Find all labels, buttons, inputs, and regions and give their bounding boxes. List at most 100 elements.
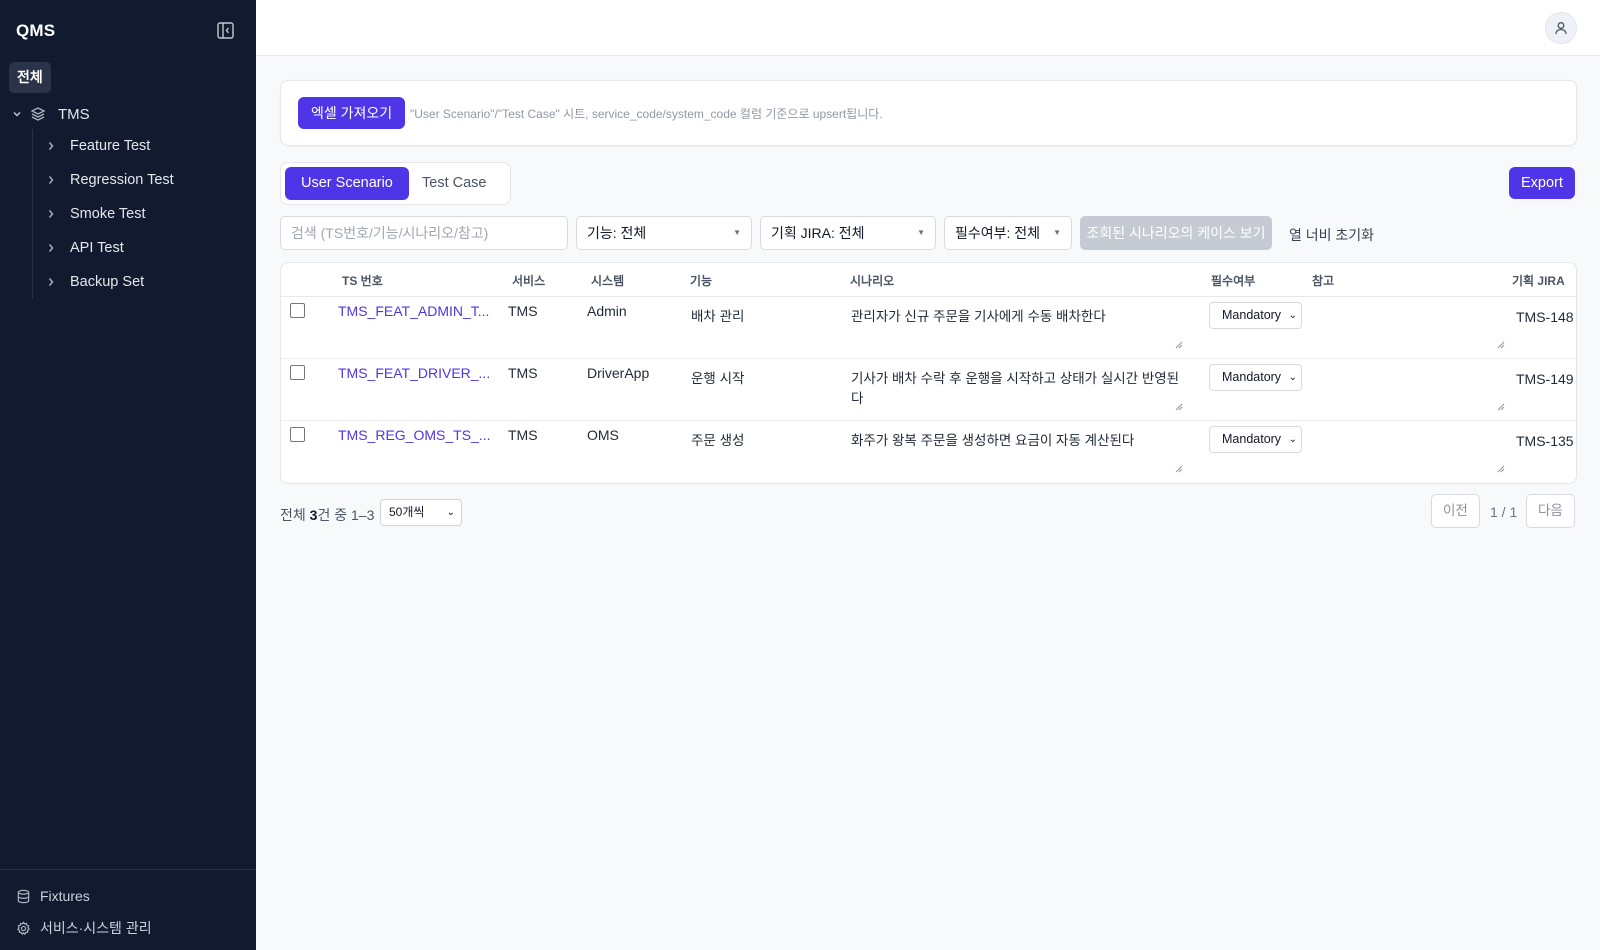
select-value: Mandatory <box>1222 432 1282 446</box>
tab-test-case[interactable]: Test Case <box>406 167 502 200</box>
column-header-mandatory[interactable]: 필수여부 <box>1211 272 1255 289</box>
ts-number-link[interactable]: TMS_FEAT_DRIVER_... <box>338 365 490 381</box>
chevron-down-icon: ⌄ <box>1288 310 1297 321</box>
service-cell: TMS <box>508 303 538 319</box>
scenario-textarea[interactable]: 화주가 왕복 주문을 생성하면 요금이 자동 계산된다 <box>847 428 1184 474</box>
row-checkbox[interactable] <box>290 303 305 318</box>
tree-node-label: Feature Test <box>70 138 151 154</box>
view-scenario-cases-button[interactable]: 조회된 시나리오의 케이스 보기 <box>1080 216 1272 250</box>
database-icon <box>16 888 32 904</box>
top-bar <box>256 0 1600 56</box>
select-value: Mandatory <box>1222 308 1282 322</box>
tree-node-label: Smoke Test <box>70 206 146 222</box>
tree-node-label: Backup Set <box>70 274 145 290</box>
chevron-down-icon: ⌄ <box>446 507 455 518</box>
caret-down-icon: ▼ <box>733 228 741 237</box>
sidebar-item-all[interactable]: 전체 <box>9 62 51 93</box>
jira-cell[interactable]: TMS-135 <box>1516 433 1574 449</box>
jira-filter-select[interactable]: 기획 JIRA: 전체 ▼ <box>760 216 936 250</box>
tab-user-scenario[interactable]: User Scenario <box>285 167 409 200</box>
column-header-jira[interactable]: 기획 JIRA <box>1512 272 1565 289</box>
mandatory-filter-select[interactable]: 필수여부: 전체 ▼ <box>944 216 1072 250</box>
scenario-text: 관리자가 신규 주문을 기사에게 수동 배차한다 <box>851 309 1106 324</box>
sidebar-item-label: 서비스·시스템 관리 <box>40 920 152 936</box>
column-header-ts[interactable]: TS 번호 <box>342 272 383 289</box>
ts-number-link[interactable]: TMS_FEAT_ADMIN_T... <box>338 303 489 319</box>
user-icon <box>1555 22 1567 35</box>
user-menu-button[interactable] <box>1545 12 1577 44</box>
sidebar-collapse-icon <box>216 21 234 39</box>
feature-textarea[interactable]: 배차 관리 <box>687 304 835 350</box>
system-cell: OMS <box>587 427 619 443</box>
note-textarea[interactable] <box>1308 366 1506 412</box>
column-header-system[interactable]: 시스템 <box>591 272 624 289</box>
excel-import-card: 엑셀 가져오기 "User Scenario"/"Test Case" 시트, … <box>280 80 1577 146</box>
feature-textarea[interactable]: 운행 시작 <box>687 366 835 412</box>
layers-icon <box>30 106 46 122</box>
row-checkbox[interactable] <box>290 365 305 380</box>
sidebar-item-label: Fixtures <box>40 888 90 904</box>
resize-grip-icon <box>1497 341 1505 349</box>
note-textarea[interactable] <box>1308 304 1506 350</box>
excel-import-button[interactable]: 엑셀 가져오기 <box>298 97 406 129</box>
chevron-right-icon <box>45 242 57 254</box>
scenario-textarea[interactable]: 관리자가 신규 주문을 기사에게 수동 배차한다 <box>847 304 1184 350</box>
feature-textarea[interactable]: 주문 생성 <box>687 428 835 474</box>
feature-filter-select[interactable]: 기능: 전체 ▼ <box>576 216 752 250</box>
sidebar-item-fixtures[interactable]: Fixtures <box>16 885 90 907</box>
tree-node-api-test[interactable]: API Test <box>33 231 246 265</box>
tree-node-feature-test[interactable]: Feature Test <box>33 129 246 163</box>
table-header: TS 번호 서비스 시스템 기능 시나리오 필수여부 참고 기획 JIRA <box>281 263 1576 297</box>
jira-cell[interactable]: TMS-148 <box>1516 309 1574 325</box>
sidebar: QMS 전체 TMS Feature Test Regression Test … <box>0 0 256 950</box>
ts-number-link[interactable]: TMS_REG_OMS_TS_... <box>338 427 490 443</box>
resize-grip-icon <box>1175 465 1183 473</box>
tree-node-smoke-test[interactable]: Smoke Test <box>33 197 246 231</box>
scenario-table: TS 번호 서비스 시스템 기능 시나리오 필수여부 참고 기획 JIRA TM… <box>280 262 1577 484</box>
next-page-button[interactable]: 다음 <box>1526 494 1575 528</box>
column-header-feature[interactable]: 기능 <box>690 272 712 289</box>
result-summary: 전체 3건 중 1–3 <box>280 505 374 525</box>
column-header-note[interactable]: 참고 <box>1312 272 1334 289</box>
sidebar-collapse-button[interactable] <box>216 21 234 39</box>
search-input[interactable] <box>280 216 568 250</box>
scenario-textarea[interactable]: 기사가 배차 수락 후 운행을 시작하고 상태가 실시간 반영된다 <box>847 366 1184 412</box>
summary-suffix: 건 중 1–3 <box>317 507 375 523</box>
mandatory-select[interactable]: Mandatory ⌄ <box>1209 302 1302 329</box>
tree-node-label: TMS <box>58 105 90 123</box>
row-checkbox[interactable] <box>290 427 305 442</box>
tree-children: Feature Test Regression Test Smoke Test … <box>32 129 246 299</box>
resize-grip-icon <box>1175 403 1183 411</box>
reset-column-widths-button[interactable]: 열 너비 초기화 <box>1289 225 1374 245</box>
sidebar-footer: Fixtures 서비스·시스템 관리 <box>0 869 256 950</box>
select-value: 50개씩 <box>389 505 425 519</box>
resize-grip-icon <box>1497 465 1505 473</box>
page-size-select[interactable]: 50개씩 ⌄ <box>380 499 462 526</box>
view-tabs: User Scenario Test Case <box>280 162 511 205</box>
summary-prefix: 전체 <box>280 507 310 523</box>
chevron-right-icon <box>45 140 57 152</box>
service-cell: TMS <box>508 427 538 443</box>
scenario-text: 화주가 왕복 주문을 생성하면 요금이 자동 계산된다 <box>851 433 1135 448</box>
chevron-right-icon <box>45 174 57 186</box>
chevron-right-icon <box>45 208 57 220</box>
export-button[interactable]: Export <box>1509 167 1575 199</box>
tree-node-regression-test[interactable]: Regression Test <box>33 163 246 197</box>
tree-node-backup-set[interactable]: Backup Set <box>33 265 246 299</box>
select-value: Mandatory <box>1222 370 1282 384</box>
mandatory-select[interactable]: Mandatory ⌄ <box>1209 364 1302 391</box>
column-header-service[interactable]: 서비스 <box>512 272 545 289</box>
tree-node-tms[interactable]: TMS <box>10 103 246 125</box>
prev-page-button[interactable]: 이전 <box>1431 494 1480 528</box>
caret-down-icon: ▼ <box>1053 228 1061 237</box>
mandatory-select[interactable]: Mandatory ⌄ <box>1209 426 1302 453</box>
resize-grip-icon <box>1497 403 1505 411</box>
caret-down-icon: ▼ <box>917 228 925 237</box>
column-header-scenario[interactable]: 시나리오 <box>850 272 894 289</box>
tree-node-label: API Test <box>70 240 124 256</box>
table-row: TMS_FEAT_ADMIN_T... TMS Admin 배차 관리 관리자가… <box>281 297 1576 359</box>
note-textarea[interactable] <box>1308 428 1506 474</box>
jira-cell[interactable]: TMS-149 <box>1516 371 1574 387</box>
sidebar-item-settings[interactable]: 서비스·시스템 관리 <box>16 917 152 939</box>
app-logo: QMS <box>16 21 56 40</box>
